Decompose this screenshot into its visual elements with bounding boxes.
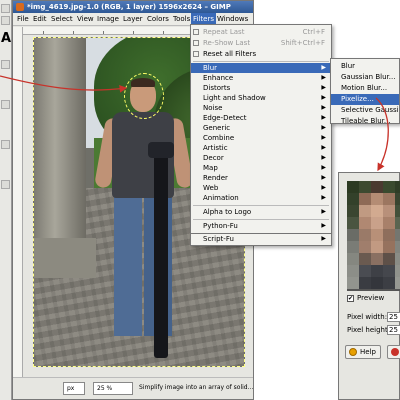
filters-menu-tail: Script-Fu ▶ bbox=[190, 234, 332, 246]
ellipse-selection[interactable] bbox=[124, 73, 164, 119]
submenu-arrow-icon: ▶ bbox=[321, 114, 326, 121]
menu-item-pixelize[interactable]: Pixelize... bbox=[331, 94, 399, 105]
menu-item-gaussian-blur[interactable]: Gaussian Blur... bbox=[331, 72, 399, 83]
menu-item-script-fu[interactable]: Script-Fu ▶ bbox=[191, 234, 331, 244]
submenu-arrow-icon: ▶ bbox=[321, 144, 326, 151]
menu-tools[interactable]: Tools bbox=[173, 13, 190, 26]
submenu-arrow-icon: ▶ bbox=[321, 164, 326, 171]
menu-item-distorts[interactable]: Distorts ▶ bbox=[191, 83, 331, 93]
pixel-width-input[interactable]: 25 bbox=[387, 312, 400, 322]
screenshot: A *img_4619.jpg-1.0 (RGB, 1 layer) 1596x… bbox=[0, 0, 400, 400]
vertical-ruler bbox=[13, 27, 23, 377]
submenu-arrow-icon: ▶ bbox=[321, 74, 326, 81]
menu-separator bbox=[193, 205, 329, 206]
menu-item-reset-all-filters[interactable]: Reset all Filters bbox=[191, 49, 331, 59]
tool-icon[interactable] bbox=[1, 60, 10, 69]
tool-icon[interactable] bbox=[1, 140, 10, 149]
submenu-arrow-icon: ▶ bbox=[321, 194, 326, 201]
submenu-arrow-icon: ▶ bbox=[321, 104, 326, 111]
menu-item-blur-plain[interactable]: Blur bbox=[331, 61, 399, 72]
menu-item-tileable-blur[interactable]: Tileable Blur... bbox=[331, 116, 399, 123]
filters-menu: Repeat Last Ctrl+F Re-Show Last Shift+Ct… bbox=[190, 24, 332, 234]
menu-select[interactable]: Select bbox=[51, 13, 73, 26]
submenu-arrow-icon: ▶ bbox=[321, 134, 326, 141]
pixel-height-label: Pixel height: bbox=[347, 326, 391, 334]
menu-item-noise[interactable]: Noise ▶ bbox=[191, 103, 331, 113]
submenu-arrow-icon: ▶ bbox=[321, 84, 326, 91]
menu-edit[interactable]: Edit bbox=[33, 13, 47, 26]
menu-item-edge-detect[interactable]: Edge-Detect ▶ bbox=[191, 113, 331, 123]
submenu-arrow-icon: ▶ bbox=[321, 64, 326, 71]
menu-item-repeat-last[interactable]: Repeat Last Ctrl+F bbox=[191, 27, 331, 37]
photo-pillar bbox=[34, 38, 86, 268]
zoom-select[interactable]: 25 % bbox=[93, 382, 133, 395]
tool-icon[interactable] bbox=[1, 100, 10, 109]
help-button[interactable]: Help bbox=[345, 345, 381, 359]
menu-item-light-and-shadow[interactable]: Light and Shadow ▶ bbox=[191, 93, 331, 103]
menu-item-render[interactable]: Render ▶ bbox=[191, 173, 331, 183]
help-icon bbox=[349, 348, 357, 356]
blur-submenu: Blur Gaussian Blur... Motion Blur... Pix… bbox=[330, 58, 400, 124]
menu-view[interactable]: View bbox=[77, 13, 94, 26]
menu-item-motion-blur[interactable]: Motion Blur... bbox=[331, 83, 399, 94]
pixel-width-label: Pixel width: bbox=[347, 313, 388, 321]
text-tool-icon[interactable]: A bbox=[0, 32, 12, 46]
pixelize-preview bbox=[347, 181, 400, 291]
menu-item-map[interactable]: Map ▶ bbox=[191, 163, 331, 173]
toolbox-panel: A bbox=[0, 0, 12, 400]
menu-item-web[interactable]: Web ▶ bbox=[191, 183, 331, 193]
menu-separator bbox=[193, 61, 329, 62]
menu-colors[interactable]: Colors bbox=[147, 13, 169, 26]
photo-person-leg bbox=[114, 196, 142, 336]
unit-select[interactable]: px bbox=[63, 382, 85, 395]
statusbar: px 25 % Simplify image into an array of … bbox=[13, 377, 253, 399]
submenu-arrow-icon: ▶ bbox=[321, 174, 326, 181]
repeat-icon bbox=[193, 29, 199, 35]
menu-item-selective-gaussian[interactable]: Selective Gaussian... bbox=[331, 105, 399, 116]
submenu-arrow-icon: ▶ bbox=[321, 154, 326, 161]
pixelize-dialog: ✔ Preview Pixel width: 25 Pixel height: … bbox=[338, 172, 400, 400]
menu-file[interactable]: File bbox=[17, 13, 29, 26]
menu-item-enhance[interactable]: Enhance ▶ bbox=[191, 73, 331, 83]
submenu-arrow-icon: ▶ bbox=[321, 235, 326, 242]
menu-item-artistic[interactable]: Artistic ▶ bbox=[191, 143, 331, 153]
photo-bollard bbox=[154, 148, 168, 358]
menu-separator bbox=[193, 219, 329, 220]
tool-icon[interactable] bbox=[1, 180, 10, 189]
menu-layer[interactable]: Layer bbox=[123, 13, 143, 26]
tool-icon[interactable] bbox=[1, 4, 10, 13]
menu-image[interactable]: Image bbox=[97, 13, 119, 26]
menu-item-python-fu[interactable]: Python-Fu ▶ bbox=[191, 221, 331, 231]
help-button-label: Help bbox=[360, 348, 376, 356]
status-message: Simplify image into an array of solid... bbox=[139, 384, 254, 391]
menu-item-generic[interactable]: Generic ▶ bbox=[191, 123, 331, 133]
menu-item-animation[interactable]: Animation ▶ bbox=[191, 193, 331, 203]
submenu-arrow-icon: ▶ bbox=[321, 184, 326, 191]
menu-item-blur[interactable]: Blur ▶ bbox=[191, 63, 331, 73]
submenu-arrow-icon: ▶ bbox=[321, 208, 326, 215]
tool-icon[interactable] bbox=[1, 16, 10, 25]
submenu-arrow-icon: ▶ bbox=[321, 222, 326, 229]
menu-item-decor[interactable]: Decor ▶ bbox=[191, 153, 331, 163]
photo-bollard-top bbox=[148, 142, 174, 158]
menu-item-reshow-last[interactable]: Re-Show Last Shift+Ctrl+F bbox=[191, 38, 331, 48]
window-title: *img_4619.jpg-1.0 (RGB, 1 layer) 1596x26… bbox=[27, 3, 231, 11]
reshow-icon bbox=[193, 40, 199, 46]
cancel-button[interactable] bbox=[387, 345, 400, 359]
menu-item-combine[interactable]: Combine ▶ bbox=[191, 133, 331, 143]
gimp-app-icon bbox=[16, 3, 24, 11]
submenu-arrow-icon: ▶ bbox=[321, 124, 326, 131]
preview-label: Preview bbox=[357, 294, 385, 302]
photo-pillar-base bbox=[34, 238, 96, 278]
submenu-arrow-icon: ▶ bbox=[321, 94, 326, 101]
preview-checkbox[interactable]: ✔ bbox=[347, 295, 354, 302]
window-titlebar[interactable]: *img_4619.jpg-1.0 (RGB, 1 layer) 1596x26… bbox=[13, 1, 253, 13]
reset-icon bbox=[193, 51, 199, 57]
menu-item-alpha-to-logo[interactable]: Alpha to Logo ▶ bbox=[191, 207, 331, 217]
pixel-height-input[interactable]: 25 bbox=[387, 325, 400, 335]
cancel-icon bbox=[391, 348, 399, 356]
